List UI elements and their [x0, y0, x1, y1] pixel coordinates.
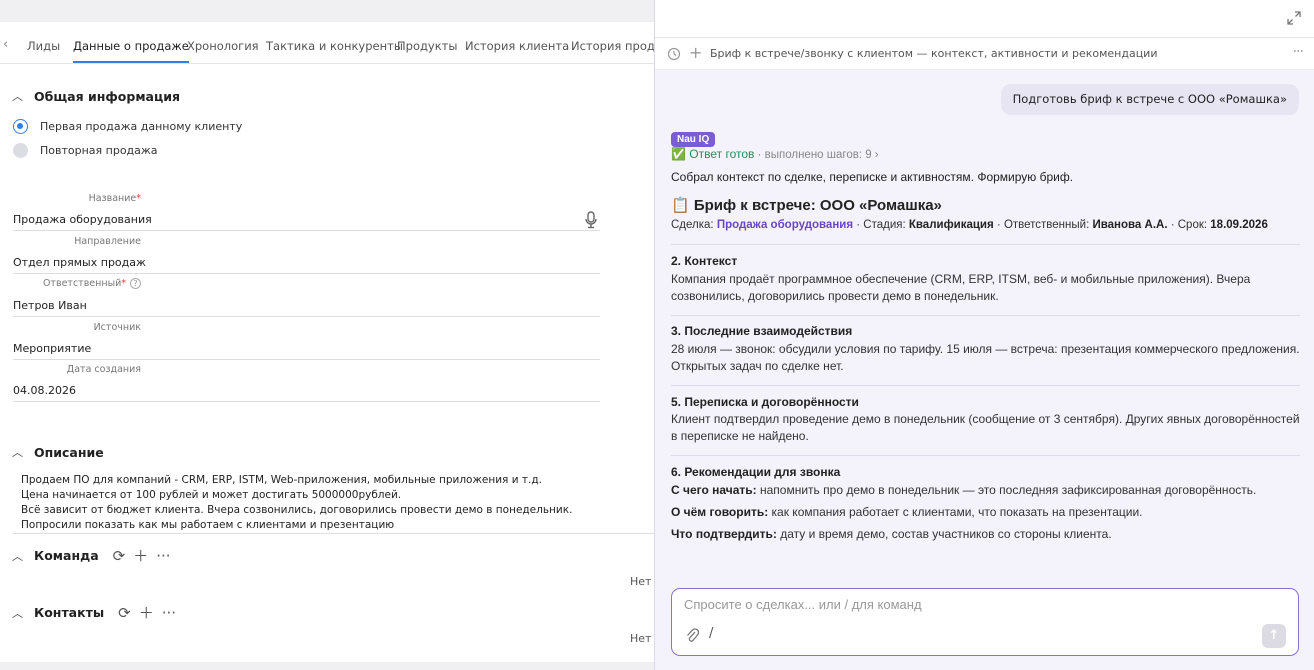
field-source[interactable]: Мероприятие — [13, 342, 600, 360]
assistant-panel: + Бриф к встрече/звонку с клиентом — кон… — [654, 0, 1314, 670]
send-button[interactable]: ↑ — [1262, 624, 1286, 648]
field-label-created: Дата создания — [66, 364, 141, 375]
radio-first-sale-label: Первая продажа данному клиенту — [40, 120, 243, 133]
description-line: Всё зависит от бюджет клиента. Вчера соз… — [21, 504, 573, 516]
divider — [13, 533, 654, 534]
tab-client-history[interactable]: История клиента — [465, 39, 569, 53]
field-direction[interactable]: Отдел прямых продаж — [13, 256, 600, 274]
field-name[interactable]: Продажа оборудования — [13, 213, 600, 231]
assistant-response: Nau IQ ✅ Ответ готов · выполнено шагов: … — [671, 129, 1300, 541]
field-label-source: Источник — [93, 322, 141, 333]
description-line: Продаем ПО для компаний - CRM, ERP, ISTM… — [21, 474, 542, 486]
divider — [671, 385, 1300, 386]
field-label-direction: Направление — [74, 236, 141, 247]
tab-sale-data[interactable]: Данные о продаже — [73, 39, 189, 63]
radio-repeat-sale[interactable]: Повторная продажа — [13, 143, 158, 158]
nau-iq-badge: Nau IQ — [671, 132, 716, 147]
tab-leads[interactable]: Лиды — [27, 39, 60, 53]
collapse-icon[interactable]: ︿ — [12, 444, 24, 460]
add-icon[interactable]: ＋ — [133, 545, 148, 566]
refresh-icon[interactable]: ⟳ — [118, 604, 131, 622]
section-title: 5. Переписка и договорённости — [671, 395, 859, 409]
recommendation-item: О чём говорить: как компания работает с … — [671, 505, 1143, 519]
description-section-header[interactable]: ︿ Описание — [12, 444, 104, 460]
add-icon[interactable]: ＋ — [139, 602, 154, 623]
tab-products[interactable]: Продукты — [397, 39, 457, 53]
collapse-icon[interactable]: ︿ — [12, 88, 24, 104]
intro-text: Собрал контекст по сделке, переписке и а… — [671, 170, 1074, 184]
recommendation-item: С чего начать: напомнить про демо в поне… — [671, 483, 1257, 497]
field-label-name: Название* — [88, 193, 141, 204]
deal-panel: ‹ Лиды Данные о продаже Хронология Такти… — [0, 0, 654, 670]
description-line: Цена начинается от 100 рублей и может до… — [21, 489, 402, 501]
recommendations-title: 6. Рекомендации для звонка — [671, 465, 841, 479]
divider — [671, 455, 1300, 456]
tabs-scroll-left-icon[interactable]: ‹ — [3, 37, 8, 52]
contacts-section-header[interactable]: ︿ Контакты ⟳ ＋ ··· — [12, 602, 176, 623]
radio-unselected-icon[interactable] — [13, 143, 28, 158]
command-slash[interactable]: / — [709, 626, 713, 641]
chat-input-box: / ↑ — [671, 588, 1299, 656]
section-title: 2. Контекст — [671, 254, 738, 268]
status-ready: ✅ Ответ готов — [671, 147, 755, 161]
tab-tactics[interactable]: Тактика и конкуренты — [266, 39, 403, 53]
microphone-icon[interactable] — [584, 211, 598, 229]
radio-first-sale[interactable]: Первая продажа данному клиенту — [13, 119, 242, 134]
collapse-icon[interactable]: ︿ — [12, 605, 24, 621]
tab-sales-history[interactable]: История продаж — [571, 39, 654, 53]
steps-link[interactable]: · выполнено шагов: 9 › — [754, 149, 879, 161]
top-strip — [0, 0, 654, 22]
brief-meta: Сделка: Продажа оборудования · Стадия: К… — [671, 219, 1268, 231]
field-owner[interactable]: Петров Иван — [13, 299, 600, 317]
section-text: Компания продаёт программное обеспечение… — [671, 272, 1251, 303]
description-line: Попросили показать как мы работаем с кли… — [21, 519, 395, 531]
team-title: Команда — [34, 548, 99, 563]
team-empty-text: Нет — [630, 575, 652, 588]
refresh-icon[interactable]: ⟳ — [113, 547, 126, 565]
radio-repeat-sale-label: Повторная продажа — [40, 144, 158, 157]
general-section-header[interactable]: ︿ Общая информация — [12, 88, 180, 104]
field-label-owner: Ответственный*? — [0, 278, 141, 289]
brief-title: 📋 Бриф к встрече: ООО «Ромашка» — [671, 197, 942, 214]
expand-icon[interactable] — [1287, 11, 1301, 25]
attach-icon[interactable] — [685, 627, 699, 643]
divider — [671, 315, 1300, 316]
field-created-date[interactable]: 04.08.2026 — [13, 384, 600, 402]
assistant-toolbar: + Бриф к встрече/звонку с клиентом — кон… — [655, 38, 1314, 70]
deal-link[interactable]: Продажа оборудования — [717, 219, 853, 231]
chat-input[interactable] — [684, 597, 1244, 612]
new-chat-icon[interactable]: + — [689, 43, 702, 62]
divider — [671, 244, 1300, 245]
tab-timeline[interactable]: Хронология — [187, 39, 259, 53]
more-icon[interactable]: ··· — [1293, 44, 1304, 60]
user-message: Подготовь бриф к встрече с ООО «Ромашка» — [1000, 84, 1299, 115]
status-row: ✅ Ответ готов · выполнено шагов: 9 › — [671, 147, 879, 161]
contacts-title: Контакты — [34, 605, 105, 620]
description-title: Описание — [34, 444, 104, 460]
description-text[interactable]: Продаем ПО для компаний - CRM, ERP, ISTM… — [21, 473, 654, 533]
chat-title: Бриф к встрече/звонку с клиентом — конте… — [710, 47, 1158, 60]
recommendation-item: Что подтвердить: дату и время демо, сост… — [671, 527, 1112, 541]
more-icon[interactable]: ··· — [162, 604, 176, 622]
section-text: Клиент подтвердил проведение демо в поне… — [671, 412, 1300, 443]
tab-bar: ‹ Лиды Данные о продаже Хронология Такти… — [0, 32, 654, 64]
history-icon[interactable] — [667, 47, 681, 61]
contacts-empty-text: Нет — [630, 632, 652, 645]
collapse-icon[interactable]: ︿ — [12, 548, 24, 564]
assistant-header — [655, 0, 1314, 38]
section-title: 3. Последние взаимодействия — [671, 324, 853, 338]
general-section-title: Общая информация — [34, 88, 181, 104]
section-text: 28 июля — звонок: обсудили условия по та… — [671, 342, 1300, 373]
radio-selected-icon[interactable] — [13, 119, 28, 134]
more-icon[interactable]: ··· — [156, 547, 170, 565]
help-icon[interactable]: ? — [130, 278, 141, 289]
bottom-strip — [0, 662, 654, 670]
team-section-header[interactable]: ︿ Команда ⟳ ＋ ··· — [12, 545, 171, 566]
